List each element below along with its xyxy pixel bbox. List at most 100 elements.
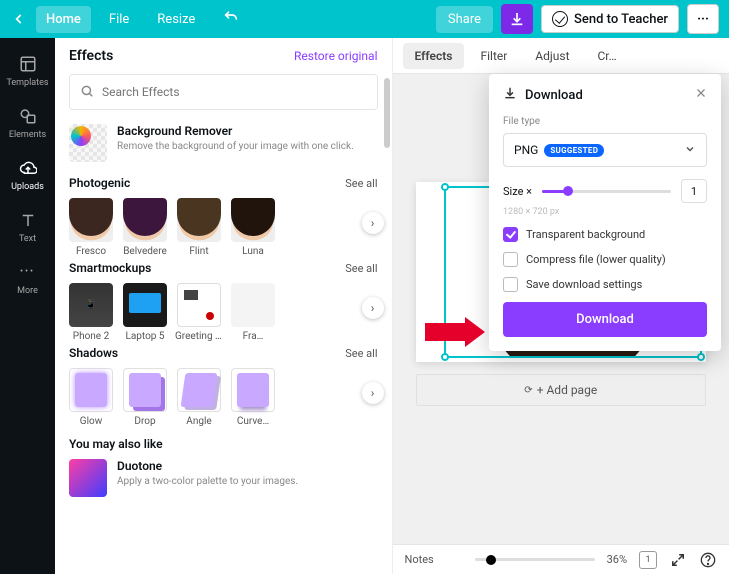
compress-option[interactable]: Compress file (lower quality) <box>503 252 707 267</box>
background-remover-item[interactable]: Background Remover Remove the background… <box>69 124 378 162</box>
share-button[interactable]: Share <box>436 6 493 33</box>
smartmockup-item[interactable]: Fra… <box>231 283 275 342</box>
size-label: Size × <box>503 185 532 198</box>
help-icon[interactable] <box>699 551 717 569</box>
download-icon <box>503 86 517 104</box>
smartmockups-row: 📱Phone 2 Laptop 5 Greeting car… Fra… › <box>69 283 378 342</box>
section-smartmockups: Smartmockups <box>69 261 151 275</box>
bg-remover-title: Background Remover <box>117 124 354 138</box>
section-shadows: Shadows <box>69 346 118 360</box>
duotone-title: Duotone <box>117 459 298 473</box>
rail-uploads[interactable]: Uploads <box>0 150 55 202</box>
add-page-button[interactable]: ⟳ + Add page <box>416 374 706 406</box>
rail-templates[interactable]: Templates <box>0 46 55 98</box>
seeall-shadows[interactable]: See all <box>345 347 377 360</box>
size-slider[interactable] <box>542 190 671 193</box>
photogenic-item[interactable]: Luna <box>231 198 275 257</box>
shadow-item[interactable]: Drop <box>123 368 167 427</box>
checkbox-icon <box>503 277 518 292</box>
rail-label: Uploads <box>11 182 44 192</box>
duotone-thumb <box>69 459 107 497</box>
zoom-value[interactable]: 36% <box>607 553 627 566</box>
also-like-heading: You may also like <box>69 437 163 451</box>
checkbox-icon <box>503 227 518 242</box>
shadow-item[interactable]: Angle <box>177 368 221 427</box>
scroll-right-button[interactable]: › <box>362 297 384 319</box>
rail-text[interactable]: Text <box>0 202 55 254</box>
shadow-item[interactable]: Glow <box>69 368 113 427</box>
file-menu[interactable]: File <box>99 6 139 33</box>
search-input-wrapper[interactable] <box>69 74 378 110</box>
photogenic-item[interactable]: Flint <box>177 198 221 257</box>
smartmockup-item[interactable]: Greeting car… <box>177 283 221 342</box>
rail-label: Elements <box>9 130 46 140</box>
bottom-bar: Notes 36% 1 <box>393 544 729 574</box>
photogenic-item[interactable]: Fresco <box>69 198 113 257</box>
chevron-down-icon <box>684 143 696 158</box>
panel-title: Effects <box>69 48 113 64</box>
shadow-item[interactable]: Curve… <box>231 368 275 427</box>
seeall-smartmockups[interactable]: See all <box>345 262 377 275</box>
bg-remover-sub: Remove the background of your image with… <box>117 140 354 153</box>
save-settings-option[interactable]: Save download settings <box>503 277 707 292</box>
tab-adjust[interactable]: Adjust <box>523 43 581 69</box>
duotone-sub: Apply a two-color palette to your images… <box>117 475 298 488</box>
more-button[interactable]: ··· <box>687 4 719 34</box>
transparent-bg-option[interactable]: Transparent background <box>503 227 707 242</box>
file-type-value: PNG <box>514 143 538 157</box>
back-icon[interactable] <box>10 10 28 28</box>
tab-filter[interactable]: Filter <box>468 43 519 69</box>
size-input[interactable]: 1 <box>681 179 707 203</box>
photogenic-item[interactable]: Belvedere <box>123 198 167 257</box>
rail-label: Text <box>19 234 36 244</box>
smartmockup-item[interactable]: 📱Phone 2 <box>69 283 113 342</box>
page-indicator[interactable]: 1 <box>639 551 657 569</box>
refresh-icon: ⟳ <box>524 385 532 396</box>
download-icon-button[interactable] <box>501 4 533 34</box>
bg-remover-thumb <box>69 124 107 162</box>
templates-icon <box>18 54 38 74</box>
rail-elements[interactable]: Elements <box>0 98 55 150</box>
photogenic-row: Fresco Belvedere Flint Luna › <box>69 198 378 257</box>
more-icon: ••• <box>18 262 38 282</box>
option-label: Save download settings <box>526 278 642 291</box>
tab-effects[interactable]: Effects <box>403 43 465 69</box>
elements-icon <box>18 106 38 126</box>
top-bar: Home File Resize Share Send to Teacher ·… <box>0 0 729 38</box>
shadows-row: Glow Drop Angle Curve… › <box>69 368 378 427</box>
resize-handle[interactable] <box>441 183 449 191</box>
send-to-teacher-label: Send to Teacher <box>574 12 668 27</box>
resize-handle[interactable] <box>441 353 449 361</box>
file-type-select[interactable]: PNG SUGGESTED <box>503 133 707 167</box>
panel-scrollbar[interactable] <box>382 78 392 570</box>
fullscreen-icon[interactable] <box>669 551 687 569</box>
left-rail: Templates Elements Uploads Text ••• More <box>0 38 55 574</box>
scroll-right-button[interactable]: › <box>362 382 384 404</box>
popover-title: Download <box>525 88 583 103</box>
option-label: Compress file (lower quality) <box>526 253 666 266</box>
undo-button[interactable] <box>213 3 249 35</box>
uploads-icon <box>18 158 38 178</box>
zoom-slider[interactable] <box>475 558 595 561</box>
resize-menu[interactable]: Resize <box>147 6 205 33</box>
resize-handle[interactable] <box>697 353 705 361</box>
scroll-right-button[interactable]: › <box>362 212 384 234</box>
rail-label: More <box>17 286 38 296</box>
rail-more[interactable]: ••• More <box>0 254 55 306</box>
download-button[interactable]: Download <box>503 302 707 337</box>
close-icon[interactable] <box>695 87 707 103</box>
duotone-item[interactable]: Duotone Apply a two-color palette to you… <box>69 459 378 497</box>
image-toolbar: Effects Filter Adjust Cr… <box>393 38 729 74</box>
rail-label: Templates <box>6 78 48 88</box>
seeall-photogenic[interactable]: See all <box>345 177 377 190</box>
smartmockup-item[interactable]: Laptop 5 <box>123 283 167 342</box>
tab-crop[interactable]: Cr… <box>586 43 629 69</box>
home-button[interactable]: Home <box>36 6 91 33</box>
checkmark-icon <box>552 11 568 27</box>
send-to-teacher-button[interactable]: Send to Teacher <box>541 5 679 33</box>
main: Templates Elements Uploads Text ••• More <box>0 38 729 574</box>
search-input[interactable] <box>102 85 367 99</box>
notes-button[interactable]: Notes <box>405 553 434 566</box>
restore-original-link[interactable]: Restore original <box>294 49 377 63</box>
canvas-area: Effects Filter Adjust Cr… <box>393 38 729 574</box>
